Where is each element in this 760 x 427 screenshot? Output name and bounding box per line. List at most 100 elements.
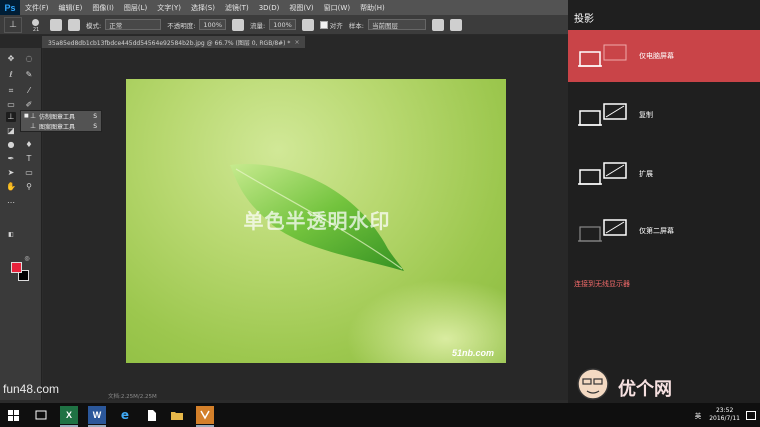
pen-tool-icon[interactable]: ✒ [6, 154, 16, 164]
menu-image[interactable]: 图像(I) [87, 3, 119, 13]
toggle-brush-panel-icon[interactable] [50, 18, 62, 31]
healing-brush-tool-icon[interactable]: ▭ [6, 100, 16, 110]
quick-selection-tool-icon[interactable]: ✎ [24, 70, 34, 80]
sample-select[interactable]: 当前图层 [368, 19, 426, 30]
dodge-tool-icon[interactable]: ♦ [24, 140, 34, 150]
pressure-opacity-icon[interactable] [232, 18, 244, 31]
ignore-adjustment-layers-icon[interactable] [432, 18, 444, 31]
image-canvas[interactable]: 单色半透明水印 51nb.com [126, 79, 506, 363]
clock-date: 2016/7/11 [709, 415, 740, 422]
eyedropper-tool-icon[interactable]: ⁄ [24, 86, 34, 96]
clock-time: 23:52 [715, 407, 734, 414]
aligned-checkbox[interactable] [319, 20, 328, 29]
input-language[interactable]: 英 [695, 410, 702, 420]
menu-select[interactable]: 选择(S) [186, 3, 220, 13]
edge-icon[interactable]: e [116, 406, 134, 424]
flow-label: 流量: [250, 21, 266, 30]
menu-type[interactable]: 文字(Y) [152, 3, 186, 13]
photoshop-icon[interactable] [196, 406, 214, 424]
opacity-input[interactable]: 100% [199, 19, 226, 30]
excel-icon[interactable]: X [60, 406, 78, 424]
aligned-label: 对齐 [329, 21, 343, 30]
quick-mask-icon[interactable]: ◎ [22, 254, 32, 264]
move-tool-icon[interactable]: ✥ [6, 54, 16, 64]
extend-icon [578, 162, 627, 185]
project-option-pc-screen-only[interactable]: 仅电脑屏幕 [568, 30, 760, 82]
sample-value: 当前图层 [372, 21, 398, 30]
project-option-extend[interactable]: 扩展 [568, 148, 760, 200]
brush-tool-icon[interactable]: ✐ [24, 100, 34, 110]
hand-tool-icon[interactable]: ✋ [6, 182, 16, 192]
eraser-tool-icon[interactable]: ◪ [6, 126, 16, 136]
mode-value: 正常 [109, 21, 123, 30]
project-option-label: 仅电脑屏幕 [639, 52, 674, 60]
options-bar: ⊥ 21 模式: 正常 不透明度: 100% 流量: 100% 对齐 样本: 当… [0, 15, 568, 35]
menu-help[interactable]: 帮助(H) [355, 3, 390, 13]
default-colors-icon[interactable]: ◧ [6, 230, 16, 240]
project-option-label: 复制 [639, 111, 653, 119]
document-tab[interactable]: 35a85ed8db1cb13fbdce445dd54564e92584b2b.… [42, 36, 306, 48]
airbrush-icon[interactable] [301, 18, 314, 31]
document-info: 文档:2.25M/2.25M [108, 394, 157, 400]
task-view-icon[interactable] [32, 406, 50, 424]
lasso-tool-icon[interactable]: ℓ [6, 70, 16, 80]
crop-tool-icon[interactable]: ⌗ [6, 86, 16, 96]
flyout-item-clone-stamp[interactable]: ■ ⊥ 仿制图章工具 S [21, 111, 101, 121]
foreground-color-swatch[interactable] [11, 262, 22, 273]
folder-icon[interactable] [168, 406, 186, 424]
connect-wireless-display-link[interactable]: 连接到无线显示器 [574, 279, 630, 289]
menu-edit[interactable]: 编辑(E) [54, 3, 88, 13]
blur-tool-icon[interactable]: ● [6, 140, 16, 150]
flow-value: 100% [273, 20, 292, 29]
project-option-label: 仅第二屏幕 [639, 227, 674, 235]
photoshop-logo[interactable]: Ps [0, 0, 20, 15]
flyout-item-pattern-stamp[interactable]: ⊥ 图案图章工具 S [21, 121, 101, 131]
word-icon[interactable]: W [88, 406, 106, 424]
watermark-text: 单色半透明水印 [243, 209, 391, 233]
opacity-label: 不透明度: [167, 21, 196, 30]
flow-input[interactable]: 100% [269, 19, 296, 30]
close-tab-icon[interactable]: × [294, 39, 299, 46]
menu-view[interactable]: 视图(V) [284, 3, 318, 13]
more-tools-icon[interactable]: ⋯ [6, 198, 16, 208]
stamp-tools-flyout: ■ ⊥ 仿制图章工具 S ⊥ 图案图章工具 S [20, 110, 102, 132]
clock[interactable]: 23:52 2016/7/11 [709, 407, 740, 423]
menu-bar: Ps 文件(F) 编辑(E) 图像(I) 图层(L) 文字(Y) 选择(S) 滤… [0, 0, 568, 15]
menu-layer[interactable]: 图层(L) [119, 3, 152, 13]
project-option-duplicate[interactable]: 复制 [568, 89, 760, 141]
system-tray: 英 23:52 2016/7/11 [695, 403, 760, 427]
toggle-clone-source-panel-icon[interactable] [68, 18, 80, 31]
windows-start-icon[interactable] [4, 406, 22, 424]
sample-label: 样本: [348, 21, 364, 30]
second-screen-only-icon [578, 219, 627, 242]
mode-select[interactable]: 正常 [105, 19, 162, 30]
document-tab-title: 35a85ed8db1cb13fbdce445dd54564e92584b2b.… [48, 39, 291, 47]
menu-3d[interactable]: 3D(D) [254, 4, 285, 12]
marquee-tool-icon[interactable]: ◌ [24, 54, 34, 64]
brand-logo-text: 51nb.com [451, 348, 494, 358]
menu-window[interactable]: 窗口(W) [319, 3, 355, 13]
path-selection-tool-icon[interactable]: ➤ [6, 168, 16, 178]
rectangle-tool-icon[interactable]: ▭ [24, 168, 34, 178]
clone-stamp-tool-preset-icon[interactable]: ⊥ [4, 16, 22, 33]
project-title: 投影 [574, 14, 594, 25]
duplicate-icon [578, 103, 627, 126]
document-tab-bar: 35a85ed8db1cb13fbdce445dd54564e92584b2b.… [0, 35, 568, 48]
brush-preset-picker[interactable]: 21 [28, 17, 44, 33]
project-option-second-screen-only[interactable]: 仅第二屏幕 [568, 205, 760, 257]
flyout-item-label: 图案图章工具 [39, 123, 76, 131]
pressure-size-icon[interactable] [450, 18, 462, 31]
pc-screen-only-icon [578, 44, 627, 67]
mode-label: 模式: [86, 21, 102, 30]
flyout-item-shortcut: S [93, 122, 97, 130]
menu-file[interactable]: 文件(F) [20, 3, 54, 13]
site-watermark: fun48.com [3, 382, 60, 396]
file-icon[interactable] [143, 406, 161, 424]
flyout-item-shortcut: S [93, 112, 97, 120]
type-tool-icon[interactable]: T [24, 154, 34, 164]
notification-center-icon[interactable] [746, 410, 756, 420]
clone-stamp-tool-icon[interactable]: ⊥ [6, 112, 16, 122]
corner-watermark-text: 优个网 [618, 379, 672, 400]
zoom-tool-icon[interactable]: ⚲ [24, 182, 34, 192]
menu-filter[interactable]: 滤镜(T) [220, 3, 254, 13]
